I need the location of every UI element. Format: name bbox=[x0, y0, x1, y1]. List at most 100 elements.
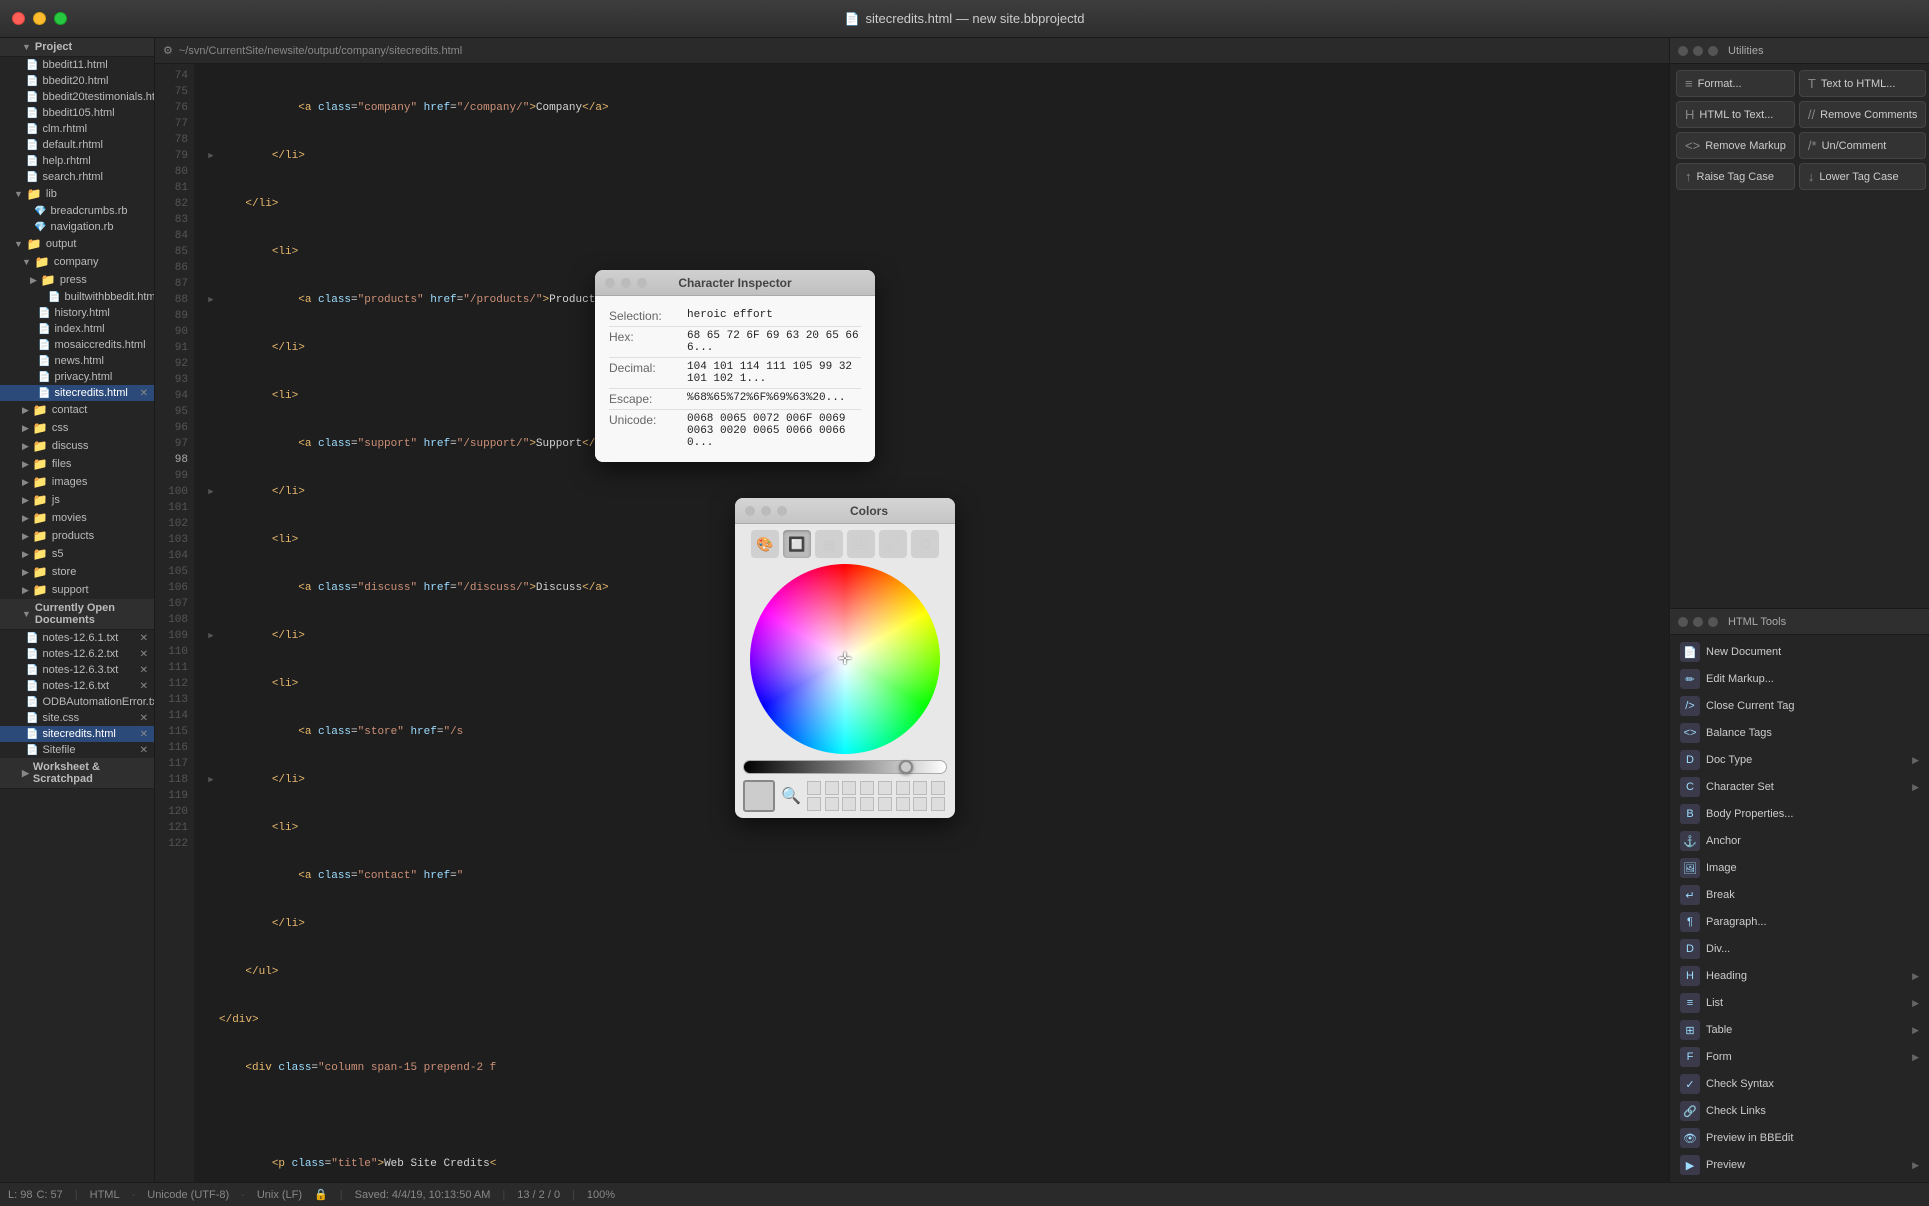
titlebar-buttons[interactable] bbox=[12, 12, 67, 25]
sidebar-item-sitecredits2[interactable]: 📄 sitecredits.html ✕ bbox=[0, 726, 154, 742]
sidebar-folder-store[interactable]: ▶ 📁 store bbox=[0, 563, 154, 581]
color-tab-image[interactable]: 🖼 bbox=[847, 530, 875, 558]
util-btn-uncomment[interactable]: /* Un/Comment bbox=[1799, 132, 1926, 159]
sidebar-item-history[interactable]: 📄 history.html bbox=[0, 305, 154, 321]
sidebar-item-notes2[interactable]: 📄 notes-12.6.2.txt ✕ bbox=[0, 646, 154, 662]
util-btn-remove-comments[interactable]: // Remove Comments bbox=[1799, 101, 1926, 128]
htmltool-paragraph[interactable]: ¶ Paragraph... bbox=[1674, 909, 1925, 935]
fold-arrow[interactable] bbox=[203, 1012, 219, 1028]
sidebar-folder-press[interactable]: ▶ 📁 press bbox=[0, 271, 154, 289]
swatch-cell[interactable] bbox=[825, 797, 839, 811]
util-btn-format[interactable]: ≡ Format... bbox=[1676, 70, 1795, 97]
sidebar-folder-lib[interactable]: ▼ 📁 lib bbox=[0, 185, 154, 203]
fold-arrow[interactable]: ▶ bbox=[203, 148, 219, 164]
fold-arrow[interactable] bbox=[203, 196, 219, 212]
swatch-cell[interactable] bbox=[842, 797, 856, 811]
close-file-button[interactable]: ✕ bbox=[140, 388, 148, 399]
htmltool-check-links[interactable]: 🔗 Check Links bbox=[1674, 1098, 1925, 1124]
htmltool-table[interactable]: ⊞ Table ▶ bbox=[1674, 1017, 1925, 1043]
sidebar-item-builtwithbbedit[interactable]: 📄 builtwithbbedit.html bbox=[0, 289, 154, 305]
htmltool-preview[interactable]: ▶ Preview ▶ bbox=[1674, 1152, 1925, 1178]
util-btn-remove-markup[interactable]: <> Remove Markup bbox=[1676, 132, 1795, 159]
sidebar-item-bbedit11[interactable]: 📄 bbedit11.html bbox=[0, 57, 154, 73]
color-tab-custom[interactable]: ⚙ bbox=[911, 530, 939, 558]
htmltool-doc-type[interactable]: D Doc Type ▶ bbox=[1674, 747, 1925, 773]
fold-arrow[interactable] bbox=[203, 580, 219, 596]
swatch-cell[interactable] bbox=[896, 797, 910, 811]
swatch-cell[interactable] bbox=[807, 781, 821, 795]
sidebar-folder-discuss[interactable]: ▶ 📁 discuss bbox=[0, 437, 154, 455]
swatch-cell[interactable] bbox=[860, 797, 874, 811]
fold-arrow[interactable] bbox=[203, 244, 219, 260]
fold-arrow[interactable] bbox=[203, 100, 219, 116]
sidebar-item-notes4[interactable]: 📄 notes-12.6.txt ✕ bbox=[0, 678, 154, 694]
close-button[interactable] bbox=[12, 12, 25, 25]
open-docs-header[interactable]: ▼ Currently Open Documents bbox=[0, 599, 154, 630]
close-file-button[interactable]: ✕ bbox=[140, 745, 148, 756]
util-btn-raise-tag[interactable]: ↑ Raise Tag Case bbox=[1676, 163, 1795, 190]
sidebar-item-bbedit20t[interactable]: 📄 bbedit20testimonials.html bbox=[0, 89, 154, 105]
close-file-button[interactable]: ✕ bbox=[140, 633, 148, 644]
htmltool-break[interactable]: ↵ Break bbox=[1674, 882, 1925, 908]
sidebar-folder-css[interactable]: ▶ 📁 css bbox=[0, 419, 154, 437]
minimize-button[interactable] bbox=[33, 12, 46, 25]
close-file-button[interactable]: ✕ bbox=[140, 729, 148, 740]
close-file-button[interactable]: ✕ bbox=[140, 681, 148, 692]
util-btn-html-to-text[interactable]: H HTML to Text... bbox=[1676, 101, 1795, 128]
util-btn-text-to-html[interactable]: T Text to HTML... bbox=[1799, 70, 1926, 97]
htmltool-preview-bbedit[interactable]: 👁 Preview in BBEdit bbox=[1674, 1125, 1925, 1151]
fold-arrow[interactable] bbox=[203, 1108, 219, 1124]
swatch-cell[interactable] bbox=[931, 797, 945, 811]
fold-arrow[interactable] bbox=[203, 532, 219, 548]
close-file-button[interactable]: ✕ bbox=[140, 665, 148, 676]
color-wheel[interactable]: ✛ bbox=[750, 564, 940, 754]
brightness-bar[interactable] bbox=[743, 760, 947, 774]
project-section-header[interactable]: ▼ Project bbox=[0, 38, 154, 57]
fold-arrow[interactable] bbox=[203, 964, 219, 980]
fold-arrow[interactable]: ▶ bbox=[203, 292, 219, 308]
swatch-cell[interactable] bbox=[878, 781, 892, 795]
fold-arrow[interactable] bbox=[203, 340, 219, 356]
fold-arrow[interactable] bbox=[203, 436, 219, 452]
color-brightness[interactable] bbox=[743, 760, 947, 774]
htmltool-character-set[interactable]: C Character Set ▶ bbox=[1674, 774, 1925, 800]
brightness-thumb[interactable] bbox=[899, 760, 913, 774]
sidebar-item-sitecss[interactable]: 📄 site.css ✕ bbox=[0, 710, 154, 726]
htmltool-check-syntax[interactable]: ✓ Check Syntax bbox=[1674, 1071, 1925, 1097]
htmltool-close-current-tag[interactable]: /> Close Current Tag bbox=[1674, 693, 1925, 719]
swatch-cell[interactable] bbox=[842, 781, 856, 795]
sidebar-item-sitefile[interactable]: 📄 Sitefile ✕ bbox=[0, 742, 154, 758]
swatch-cell[interactable] bbox=[913, 797, 927, 811]
sidebar-folder-s5[interactable]: ▶ 📁 s5 bbox=[0, 545, 154, 563]
htmltool-list[interactable]: ≡ List ▶ bbox=[1674, 990, 1925, 1016]
sidebar-folder-output[interactable]: ▼ 📁 output bbox=[0, 235, 154, 253]
htmltool-balance-tags[interactable]: <> Balance Tags bbox=[1674, 720, 1925, 746]
color-tab-wheel[interactable]: 🎨 bbox=[751, 530, 779, 558]
htmltool-div[interactable]: D Div... bbox=[1674, 936, 1925, 962]
sidebar-item-bbedit105[interactable]: 📄 bbedit105.html bbox=[0, 105, 154, 121]
htmltool-heading[interactable]: H Heading ▶ bbox=[1674, 963, 1925, 989]
editor[interactable]: ⚙ ~/svn/CurrentSite/newsite/output/compa… bbox=[155, 38, 1669, 1182]
swatch-cell[interactable] bbox=[807, 797, 821, 811]
swatch-cell[interactable] bbox=[878, 797, 892, 811]
sidebar-folder-support[interactable]: ▶ 📁 support bbox=[0, 581, 154, 599]
close-file-button[interactable]: ✕ bbox=[140, 649, 148, 660]
color-tab-crayon[interactable]: 🖍 bbox=[879, 530, 907, 558]
color-wheel-container[interactable]: ✛ bbox=[743, 564, 947, 754]
sidebar-folder-files[interactable]: ▶ 📁 files bbox=[0, 455, 154, 473]
color-tab-sliders[interactable]: 🔲 bbox=[783, 530, 811, 558]
swatch-cell[interactable] bbox=[896, 781, 910, 795]
fold-arrow[interactable] bbox=[203, 724, 219, 740]
sidebar-item-notes1[interactable]: 📄 notes-12.6.1.txt ✕ bbox=[0, 630, 154, 646]
sidebar-folder-company[interactable]: ▼ 📁 company bbox=[0, 253, 154, 271]
sidebar-item-index[interactable]: 📄 index.html bbox=[0, 321, 154, 337]
fold-arrow[interactable]: ▶ bbox=[203, 772, 219, 788]
fold-arrow[interactable] bbox=[203, 388, 219, 404]
sidebar-item-news[interactable]: 📄 news.html bbox=[0, 353, 154, 369]
sidebar-folder-contact[interactable]: ▶ 📁 contact bbox=[0, 401, 154, 419]
fold-arrow[interactable] bbox=[203, 1060, 219, 1076]
htmltool-new-document[interactable]: 📄 New Document bbox=[1674, 639, 1925, 665]
maximize-button[interactable] bbox=[54, 12, 67, 25]
fold-arrow[interactable] bbox=[203, 676, 219, 692]
swatch-cell[interactable] bbox=[913, 781, 927, 795]
